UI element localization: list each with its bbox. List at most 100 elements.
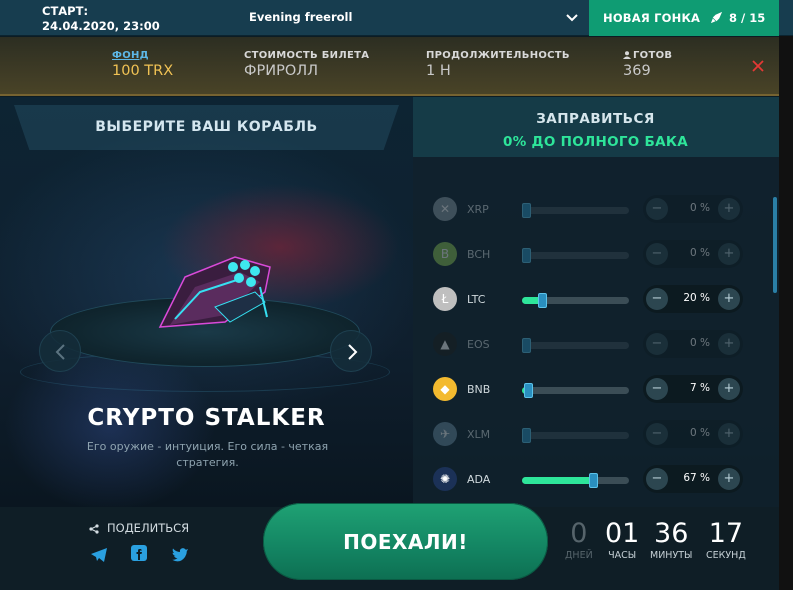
timer-дней: 0 ДНЕЙ [565, 518, 593, 562]
fuel-panel: ЗАПРАВИТЬСЯ 0% ДО ПОЛНОГО БАКА ✕ XRP − 0 % +… [413, 97, 779, 507]
fuel-percent: 0 % [690, 337, 710, 349]
duration-value: 1 H [426, 63, 451, 79]
increase-button[interactable]: + [718, 198, 740, 220]
ship-select-header: ВЫБЕРИТЕ ВАШ КОРАБЛЬ [0, 97, 413, 157]
increase-button[interactable]: + [718, 288, 740, 310]
fuel-slider-handle[interactable] [522, 248, 531, 263]
coin-row-eos: ▲ EOS − 0 % + [413, 322, 773, 367]
increase-button[interactable]: + [718, 333, 740, 355]
next-ship-button[interactable] [330, 330, 372, 372]
chevron-right-icon [348, 344, 358, 360]
fuel-stepper: − 0 % + [643, 330, 743, 358]
start-race-label: ПОЕХАЛИ! [343, 530, 468, 554]
coin-name: EOS [467, 338, 490, 351]
fuel-slider-handle[interactable] [522, 338, 531, 353]
coin-name: LTC [467, 293, 486, 306]
fuel-stepper: − 0 % + [643, 195, 743, 223]
race-count: 8 / 15 [729, 11, 766, 25]
coin-row-xrp: ✕ XRP − 0 % + [413, 187, 773, 232]
coin-name: BCH [467, 248, 491, 261]
user-icon [623, 51, 631, 59]
ready-value: 369 [623, 63, 651, 79]
timer-часы: 01 ЧАСЫ [605, 518, 640, 562]
bottom-bar: ПОДЕЛИТЬСЯ ПОЕХАЛИ! 0 ДНЕЙ 01 ЧАСЫ 36 МИНУТЫ 1… [0, 503, 779, 590]
new-race-button[interactable]: НОВАЯ ГОНКА 8 / 15 [589, 0, 779, 36]
fuel-slider[interactable] [522, 203, 629, 218]
duration-label: ПРОДОЛЖИТЕЛЬНОСТЬ [426, 50, 570, 61]
race-selector-label[interactable]: Evening freeroll [249, 10, 352, 24]
start-date: 24.04.2020, 23:00 [42, 19, 160, 33]
fuel-slider-handle[interactable] [522, 203, 531, 218]
twitter-icon[interactable] [171, 547, 189, 562]
fund-value: 100 TRX [112, 63, 174, 79]
fuel-slider[interactable] [522, 338, 629, 353]
timer-label: ДНЕЙ [565, 550, 593, 561]
share-icon [89, 524, 99, 534]
fuel-slider-handle[interactable] [538, 293, 547, 308]
fuel-stepper: − 20 % + [643, 285, 743, 313]
timer-value: 17 [708, 518, 744, 549]
fuel-slider[interactable] [522, 293, 629, 308]
fuel-status: 0% ДО ПОЛНОГО БАКА [503, 134, 688, 150]
fuel-slider-handle[interactable] [524, 383, 533, 398]
chevron-left-icon [55, 344, 65, 360]
rocket-icon [710, 11, 723, 24]
timer-минуты: 36 МИНУТЫ [650, 518, 693, 562]
fuel-stepper: − 7 % + [643, 375, 743, 403]
fuel-slider-handle[interactable] [589, 473, 598, 488]
refuel-title: ЗАПРАВИТЬСЯ [536, 111, 655, 127]
decrease-button[interactable]: − [646, 288, 668, 310]
coin-name: BNB [467, 383, 491, 396]
fuel-percent: 0 % [690, 427, 710, 439]
ada-icon: ✺ [433, 467, 457, 491]
start-race-button[interactable]: ПОЕХАЛИ! [263, 503, 548, 580]
fund-link[interactable]: ФОНД [112, 50, 173, 61]
timer-value: 0 [570, 518, 588, 549]
xrp-icon: ✕ [433, 197, 457, 221]
decrease-button[interactable]: − [646, 468, 668, 490]
fuel-slider[interactable] [522, 248, 629, 263]
increase-button[interactable]: + [718, 468, 740, 490]
xlm-icon: ✈ [433, 422, 457, 446]
timer-value: 36 [654, 518, 689, 549]
fuel-slider[interactable] [522, 428, 629, 443]
start-label: СТАРТ: [42, 4, 89, 18]
ready-label: ГОТОВ [633, 50, 673, 61]
chevron-down-icon[interactable] [565, 11, 579, 25]
coin-row-ada: ✺ ADA − 67 % + [413, 457, 773, 502]
coin-name: XLM [467, 428, 491, 441]
top-bar: СТАРТ: 24.04.2020, 23:00 Evening freerol… [0, 0, 793, 36]
decrease-button[interactable]: − [646, 333, 668, 355]
decrease-button[interactable]: − [646, 423, 668, 445]
coin-row-ltc: Ł LTC − 20 % + [413, 277, 773, 322]
facebook-icon[interactable] [131, 545, 147, 561]
coin-row-xlm: ✈ XLM − 0 % + [413, 412, 773, 457]
close-icon[interactable] [751, 59, 765, 73]
timer-label: МИНУТЫ [650, 550, 693, 561]
increase-button[interactable]: + [718, 423, 740, 445]
decrease-button[interactable]: − [646, 243, 668, 265]
fuel-slider[interactable] [522, 383, 629, 398]
decrease-button[interactable]: − [646, 198, 668, 220]
fuel-slider-handle[interactable] [522, 428, 531, 443]
ship-description: Его оружие - интуиция. Его сила - четкая… [86, 440, 329, 469]
ticket-value: ФРИРОЛЛ [244, 63, 319, 79]
timer-label: СЕКУНД [706, 550, 746, 561]
fuel-slider[interactable] [522, 473, 629, 488]
decrease-button[interactable]: − [646, 378, 668, 400]
timer-value: 01 [605, 518, 640, 549]
fuel-percent: 0 % [690, 202, 710, 214]
telegram-icon[interactable] [90, 547, 108, 563]
increase-button[interactable]: + [718, 378, 740, 400]
increase-button[interactable]: + [718, 243, 740, 265]
fuel-stepper: − 0 % + [643, 420, 743, 448]
coin-name: XRP [467, 203, 489, 216]
ship-name: CRYPTO STALKER [87, 405, 326, 431]
fuel-percent: 7 % [690, 382, 710, 394]
ltc-icon: Ł [433, 287, 457, 311]
scrollbar[interactable] [773, 197, 777, 293]
coin-name: ADA [467, 473, 491, 486]
new-race-label: НОВАЯ ГОНКА [603, 11, 701, 25]
coin-row-bnb: ◆ BNB − 7 % + [413, 367, 773, 412]
prev-ship-button[interactable] [39, 330, 81, 372]
